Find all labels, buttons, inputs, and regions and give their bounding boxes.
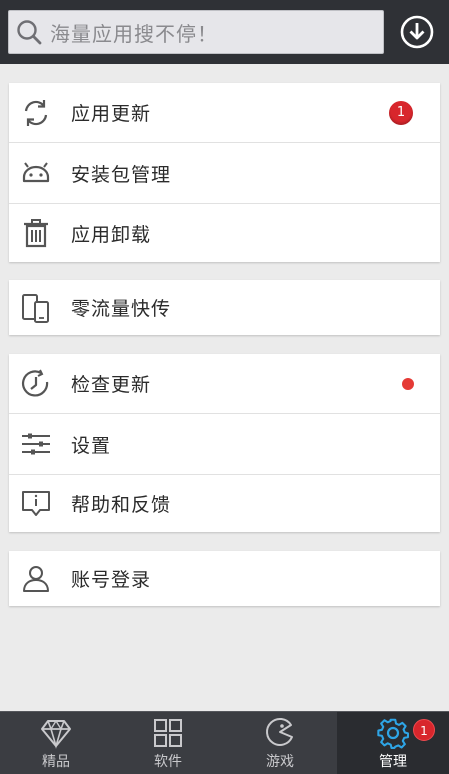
sliders-icon	[22, 433, 50, 455]
pacman-icon	[266, 718, 293, 746]
manage-section-transfer: 零流量快传	[9, 280, 440, 335]
trash-icon	[24, 219, 48, 248]
phone-transfer-icon	[22, 293, 49, 323]
tab-games[interactable]: 游戏	[224, 712, 336, 774]
search-icon	[17, 20, 42, 45]
menu-item-app-update[interactable]: 应用更新 1	[9, 83, 440, 143]
menu-item-label: 安装包管理	[71, 163, 172, 186]
tab-featured[interactable]: 精品	[0, 712, 112, 774]
android-icon	[22, 162, 50, 183]
check-update-icon	[21, 369, 49, 397]
update-count-badge: 1	[389, 100, 413, 125]
search-box[interactable]: 海量应用搜不停！	[8, 10, 384, 54]
manage-section-apps: 应用更新 1 安装包管理 应用卸载	[9, 83, 440, 262]
manage-section-settings: 检查更新 设置 帮助和反馈	[9, 354, 440, 532]
menu-item-label: 检查更新	[71, 374, 152, 396]
menu-item-label: 设置	[71, 434, 112, 457]
grid-icon	[154, 719, 182, 747]
diamond-icon	[41, 720, 71, 749]
menu-item-zero-data-transfer[interactable]: 零流量快传	[9, 280, 440, 335]
menu-item-settings[interactable]: 设置	[9, 414, 440, 475]
download-circle-icon[interactable]	[398, 13, 436, 51]
tab-label: 软件	[154, 754, 182, 770]
tab-label: 管理	[379, 754, 407, 770]
user-icon	[23, 565, 49, 592]
tab-label: 游戏	[266, 754, 294, 770]
tab-software[interactable]: 软件	[112, 712, 224, 774]
bottom-nav: 精品 软件 游戏 管理 1	[0, 711, 449, 774]
top-bar: 海量应用搜不停！	[0, 0, 449, 64]
menu-item-account-login[interactable]: 账号登录	[9, 551, 440, 606]
menu-item-help-feedback[interactable]: 帮助和反馈	[9, 475, 440, 532]
new-version-dot	[402, 377, 414, 390]
menu-item-label: 帮助和反馈	[71, 494, 172, 516]
tab-manage[interactable]: 管理 1	[337, 712, 449, 774]
menu-item-label: 账号登录	[71, 569, 152, 591]
menu-item-label: 应用更新	[71, 103, 152, 125]
manage-badge: 1	[413, 719, 435, 741]
menu-item-uninstall[interactable]: 应用卸载	[9, 204, 440, 262]
manage-section-account: 账号登录	[9, 551, 440, 606]
refresh-icon	[24, 99, 48, 126]
gear-icon	[377, 718, 409, 749]
menu-item-package-manager[interactable]: 安装包管理	[9, 143, 440, 204]
search-placeholder: 海量应用搜不停！	[50, 21, 218, 46]
menu-item-label: 应用卸载	[71, 223, 152, 246]
feedback-icon	[22, 490, 50, 516]
menu-item-check-update[interactable]: 检查更新	[9, 354, 440, 414]
menu-item-label: 零流量快传	[71, 298, 172, 320]
tab-label: 精品	[42, 754, 70, 770]
